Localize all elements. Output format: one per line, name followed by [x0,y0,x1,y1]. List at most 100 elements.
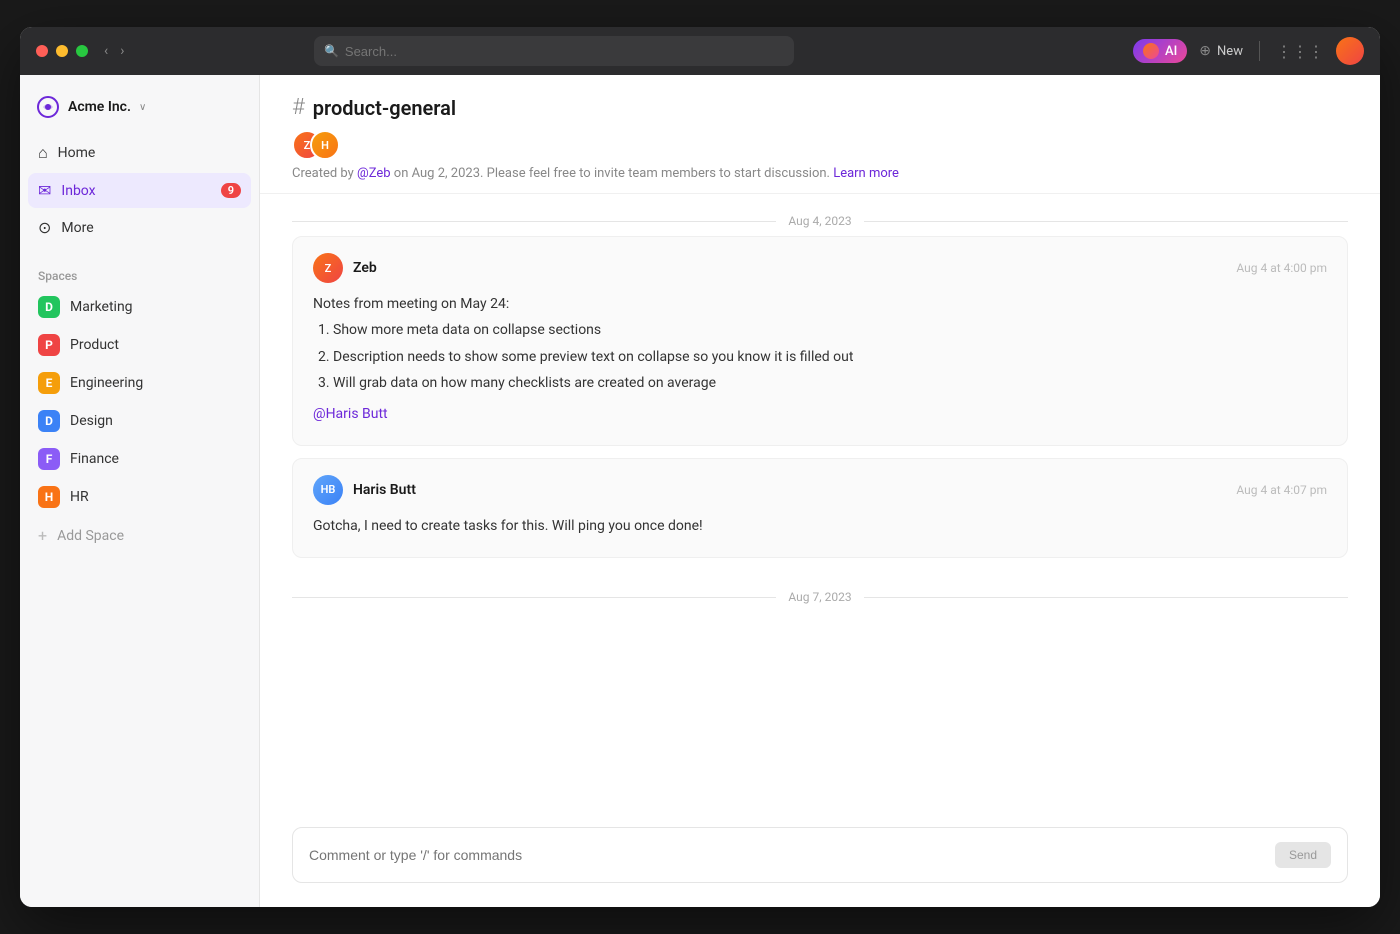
message-header: HB Haris Butt Aug 4 at 4:07 pm [313,475,1327,505]
description-prefix: Created by [292,166,357,181]
sidebar-nav: ⌂ Home ✉ Inbox 9 ⊙ More [20,135,259,245]
sidebar-item-more[interactable]: ⊙ More [28,210,251,245]
learn-more-link[interactable]: Learn more [833,166,899,181]
divider-line [292,597,776,598]
search-input[interactable] [345,44,784,59]
space-label: Marketing [70,299,133,315]
forward-button[interactable]: › [116,41,128,61]
comment-area: Send [260,811,1380,907]
maximize-button[interactable] [76,45,88,57]
sidebar-item-home[interactable]: ⌂ Home [28,135,251,171]
space-icon-finance: F [38,448,60,470]
spaces-list: D Marketing P Product E Engineering D De… [20,289,259,515]
space-item-design[interactable]: D Design [28,403,251,439]
channel-header: # product-general Z H Created by @Zeb on… [260,75,1380,194]
search-icon: 🔍 [324,44,339,58]
send-button[interactable]: Send [1275,842,1331,868]
channel-members: Z H [292,130,334,160]
close-button[interactable] [36,45,48,57]
space-item-product[interactable]: P Product [28,327,251,363]
grid-icon[interactable]: ⋮⋮⋮ [1276,42,1324,61]
space-icon-design: D [38,410,60,432]
comment-box: Send [292,827,1348,883]
sidebar-item-label: More [61,220,93,236]
inbox-icon: ✉ [38,181,51,200]
new-button[interactable]: ⊕ New [1199,43,1243,59]
message-header: Z Zeb Aug 4 at 4:00 pm [313,253,1327,283]
space-icon-product: P [38,334,60,356]
message-body-haris: Gotcha, I need to create tasks for this.… [313,515,1327,537]
titlebar-right: AI ⊕ New ⋮⋮⋮ [1133,37,1364,65]
add-space-label: Add Space [57,528,124,544]
mention-haris[interactable]: @Haris Butt [313,406,388,422]
user-avatar[interactable] [1336,37,1364,65]
space-label: Product [70,337,119,353]
sidebar-item-inbox[interactable]: ✉ Inbox 9 [28,173,251,208]
divider-line [864,597,1348,598]
new-label: New [1217,44,1243,59]
brand-chevron: ∨ [139,102,146,113]
sidebar: Acme Inc. ∨ ⌂ Home ✉ Inbox 9 ⊙ More Spa [20,75,260,907]
channel-name: product-general [313,96,456,120]
main-layout: Acme Inc. ∨ ⌂ Home ✉ Inbox 9 ⊙ More Spa [20,75,1380,907]
space-item-marketing[interactable]: D Marketing [28,289,251,325]
message-card-haris: HB Haris Butt Aug 4 at 4:07 pm Gotcha, I… [292,458,1348,558]
message-card-zeb: Z Zeb Aug 4 at 4:00 pm Notes from meetin… [292,236,1348,446]
message-body-zeb: Notes from meeting on May 24: Show more … [313,293,1327,425]
ai-label: AI [1165,44,1177,59]
home-icon: ⌂ [38,143,48,163]
comment-input[interactable] [309,847,1275,863]
add-space-button[interactable]: + Add Space [20,519,259,552]
back-button[interactable]: ‹ [100,41,112,61]
date-divider-aug4: Aug 4, 2023 [292,194,1348,236]
space-icon-hr: H [38,486,60,508]
message-author: HB Haris Butt [313,475,416,505]
messages-area: Aug 4, 2023 Z Zeb Aug 4 at 4:00 pm Notes… [260,194,1380,811]
author-name: Zeb [353,260,377,276]
brand-name: Acme Inc. [68,99,131,115]
titlebar: ‹ › 🔍 AI ⊕ New ⋮⋮⋮ [20,27,1380,75]
list-item: Description needs to show some preview t… [333,346,1327,368]
ai-icon [1143,43,1159,59]
ai-button[interactable]: AI [1133,39,1187,63]
add-space-icon: + [38,526,47,545]
list-item: Will grab data on how many checklists ar… [333,372,1327,394]
message-author: Z Zeb [313,253,377,283]
brand-logo [36,95,60,119]
sidebar-brand[interactable]: Acme Inc. ∨ [20,91,259,135]
sidebar-item-label: Inbox [61,183,95,199]
channel-title-row: # product-general [292,95,1348,120]
member-avatar-haris: H [310,130,340,160]
avatar-haris: HB [313,475,343,505]
date-divider-aug7: Aug 7, 2023 [292,570,1348,612]
space-label: Finance [70,451,119,467]
minimize-button[interactable] [56,45,68,57]
more-icon: ⊙ [38,218,51,237]
window-controls [36,45,88,57]
divider [1259,41,1260,61]
message-text: Gotcha, I need to create tasks for this.… [313,515,1327,537]
content-area: # product-general Z H Created by @Zeb on… [260,75,1380,907]
space-label: Design [70,413,113,429]
date-label: Aug 4, 2023 [788,214,851,228]
list-item: Show more meta data on collapse sections [333,319,1327,341]
space-item-engineering[interactable]: E Engineering [28,365,251,401]
message-heading: Notes from meeting on May 24: [313,293,1327,315]
sidebar-item-label: Home [58,145,96,161]
hash-icon: # [292,95,305,120]
message-list: Show more meta data on collapse sections… [313,319,1327,394]
divider-line [292,221,776,222]
nav-arrows: ‹ › [100,41,128,61]
new-icon: ⊕ [1199,43,1211,59]
search-bar[interactable]: 🔍 [314,36,794,66]
channel-description: Created by @Zeb on Aug 2, 2023. Please f… [292,166,1348,181]
inbox-badge: 9 [221,183,241,198]
description-middle: on Aug 2, 2023. Please feel free to invi… [391,166,834,181]
spaces-section-label: Spaces [20,261,259,289]
space-item-hr[interactable]: H HR [28,479,251,515]
space-item-finance[interactable]: F Finance [28,441,251,477]
description-author[interactable]: @Zeb [357,166,391,181]
avatar-zeb: Z [313,253,343,283]
space-label: Engineering [70,375,143,391]
date-label: Aug 7, 2023 [788,590,851,604]
